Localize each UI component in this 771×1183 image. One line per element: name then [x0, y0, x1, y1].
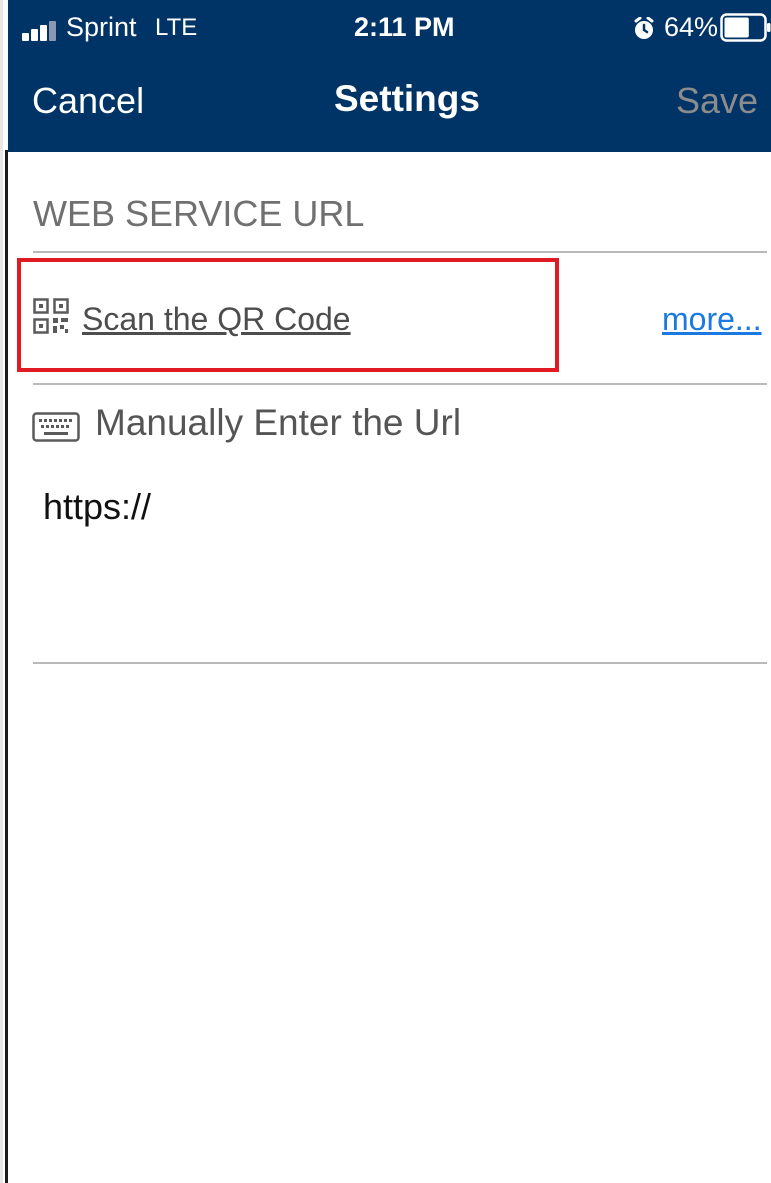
- divider: [33, 662, 767, 664]
- section-header: WEB SERVICE URL: [33, 193, 365, 234]
- qr-code-icon: [33, 298, 69, 334]
- divider: [33, 383, 767, 385]
- left-edge-line: [5, 150, 8, 1183]
- cancel-button[interactable]: Cancel: [32, 80, 144, 122]
- status-bar: Sprint LTE 2:11 PM 64%: [8, 0, 771, 56]
- save-button[interactable]: Save: [676, 80, 758, 122]
- battery-percent: 64%: [664, 12, 719, 42]
- signal-icon: [22, 19, 66, 41]
- network-type: LTE: [155, 14, 198, 41]
- manual-entry-label: Manually Enter the Url: [95, 402, 462, 443]
- battery-icon: [720, 13, 771, 42]
- more-link[interactable]: more...: [662, 301, 762, 338]
- alarm-icon: [634, 17, 654, 39]
- page-title: Settings: [334, 78, 480, 119]
- left-edge: [0, 0, 3, 1183]
- carrier-name: Sprint: [66, 12, 137, 42]
- top-bar: Sprint LTE 2:11 PM 64% Cancel Settings S…: [8, 0, 771, 152]
- keyboard-icon: [32, 412, 80, 442]
- scan-qr-code-link[interactable]: Scan the QR Code: [82, 301, 351, 338]
- navigation-bar: Cancel Settings Save: [8, 56, 771, 152]
- url-input[interactable]: https://: [43, 486, 743, 536]
- divider: [33, 251, 767, 253]
- status-time: 2:11 PM: [354, 12, 455, 42]
